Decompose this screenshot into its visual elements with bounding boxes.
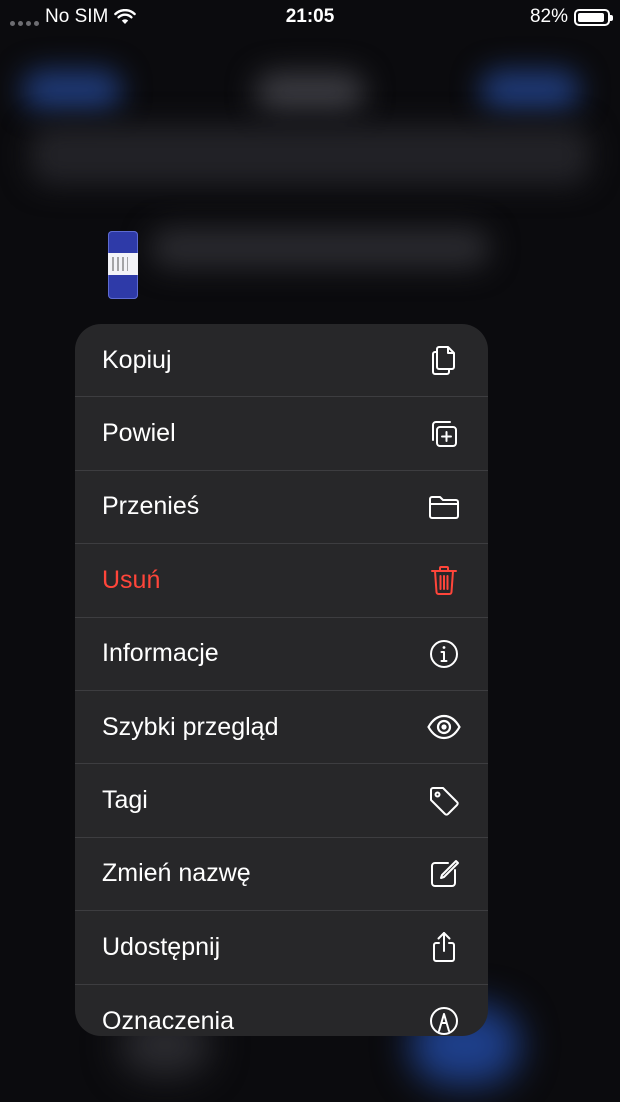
markup-icon	[426, 1003, 462, 1036]
file-thumbnail[interactable]	[108, 231, 138, 299]
blurred-file-name	[150, 228, 490, 268]
menu-item-share[interactable]: Udostępnij	[75, 911, 488, 985]
menu-item-label: Przenieś	[102, 492, 200, 521]
menu-item-copy[interactable]: Kopiuj	[75, 324, 488, 398]
share-icon	[426, 929, 462, 965]
copy-icon	[426, 342, 462, 378]
menu-item-label: Oznaczenia	[102, 1006, 235, 1035]
tag-icon	[426, 783, 462, 819]
menu-item-move[interactable]: Przenieś	[75, 471, 488, 545]
blurred-nav-left	[22, 70, 122, 110]
blurred-nav-right	[480, 70, 580, 110]
menu-item-label: Kopiuj	[102, 345, 172, 374]
menu-item-label: Powiel	[102, 419, 176, 448]
menu-item-rename[interactable]: Zmień nazwę	[75, 838, 488, 912]
rename-icon	[426, 856, 462, 892]
menu-item-label: Udostępnij	[102, 932, 221, 961]
menu-item-label: Szybki przegląd	[102, 712, 279, 741]
menu-item-quick-look[interactable]: Szybki przegląd	[75, 691, 488, 765]
menu-item-duplicate[interactable]: Powiel	[75, 397, 488, 471]
blurred-nav-title	[255, 72, 365, 112]
menu-item-delete[interactable]: Usuń	[75, 544, 488, 618]
battery-group: 82%	[529, 6, 613, 28]
menu-item-label: Informacje	[102, 639, 219, 668]
battery-icon	[574, 8, 613, 26]
duplicate-icon	[426, 416, 462, 452]
trash-icon	[426, 562, 462, 598]
folder-icon	[426, 489, 462, 525]
menu-item-label: Zmień nazwę	[102, 859, 251, 888]
menu-item-label: Tagi	[102, 786, 148, 815]
blurred-search-bar	[30, 125, 590, 185]
clock: 21:05	[285, 6, 335, 27]
status-bar: No SIM 21:05 82%	[0, 0, 620, 36]
menu-item-tags[interactable]: Tagi	[75, 764, 488, 838]
info-icon	[426, 636, 462, 672]
context-menu: Kopiuj Powiel Przenieś Usuń Informacje S…	[75, 324, 488, 1036]
battery-percent: 82%	[529, 6, 568, 27]
menu-item-info[interactable]: Informacje	[75, 618, 488, 691]
menu-item-label: Usuń	[102, 565, 161, 594]
menu-item-markup[interactable]: Oznaczenia	[75, 985, 488, 1036]
eye-icon	[426, 709, 462, 745]
